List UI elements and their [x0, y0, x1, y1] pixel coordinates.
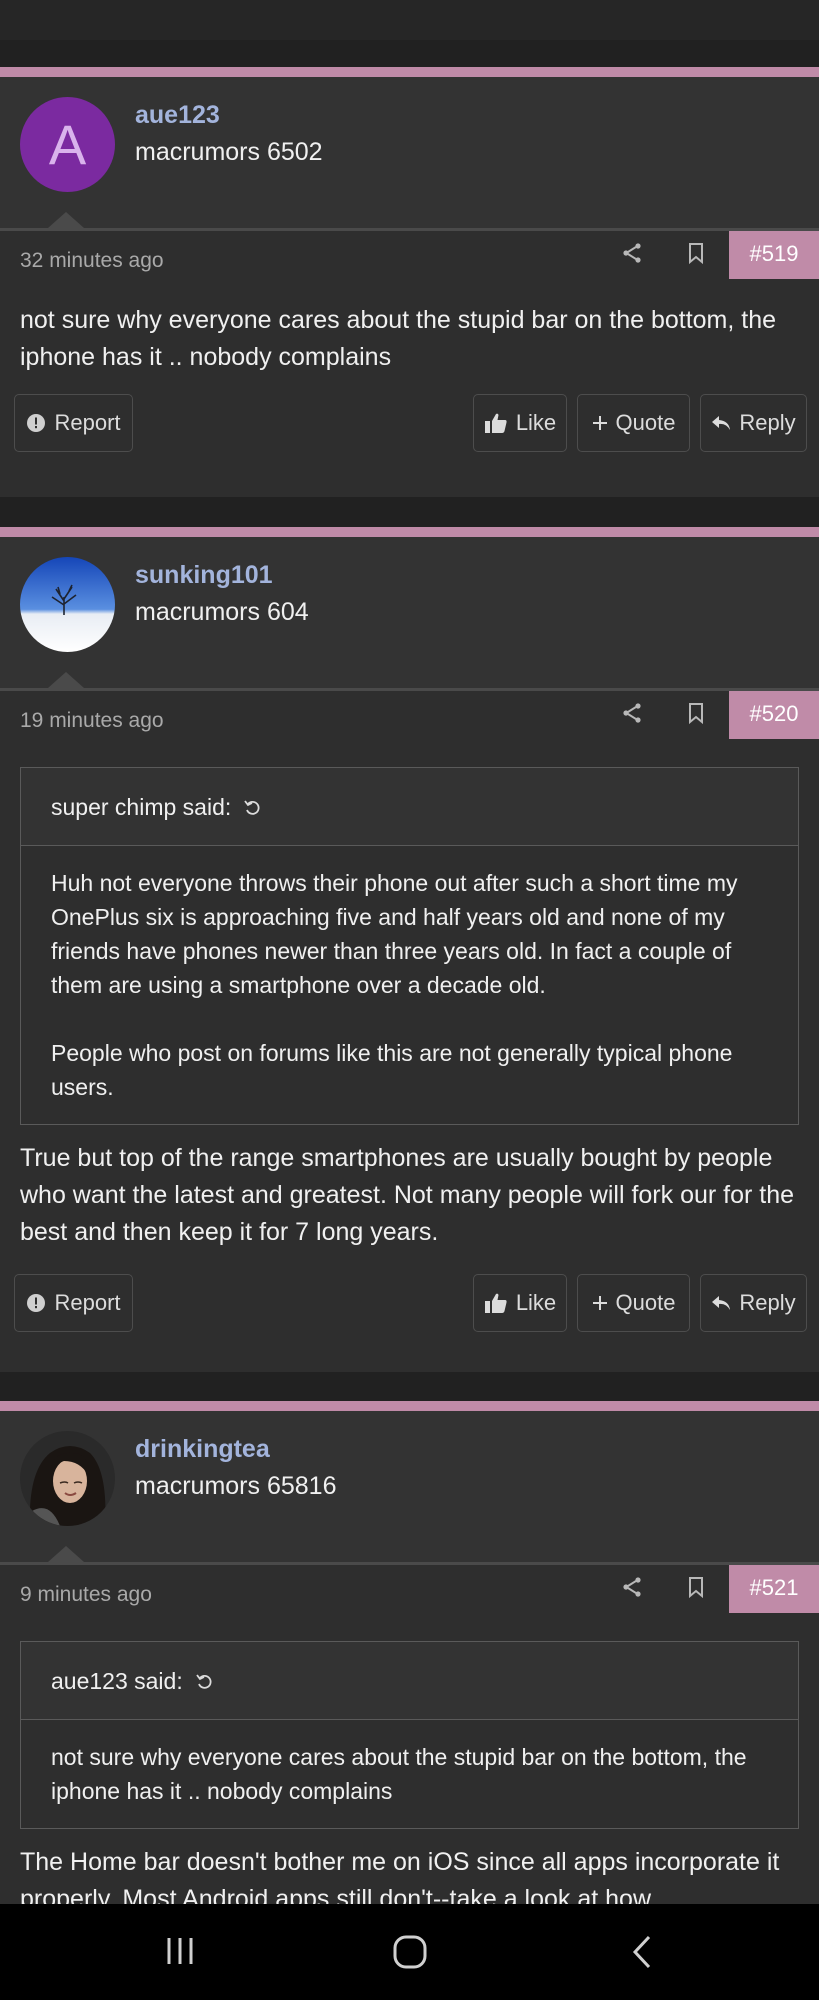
- quote-label: Quote: [615, 1290, 676, 1315]
- report-label: Report: [54, 1290, 121, 1315]
- quote-button[interactable]: Quote: [577, 394, 690, 452]
- post-number[interactable]: #521: [729, 1565, 819, 1613]
- header-pointer: [48, 1546, 84, 1562]
- quote-button[interactable]: Quote: [577, 1274, 690, 1332]
- post-time[interactable]: 9 minutes ago: [20, 1583, 152, 1607]
- quote-link-icon[interactable]: [243, 798, 261, 816]
- reply-label: Reply: [739, 1290, 796, 1315]
- report-button[interactable]: Report: [14, 1274, 133, 1332]
- bookmark-icon[interactable]: [686, 1575, 706, 1599]
- reply-button[interactable]: Reply: [700, 394, 807, 452]
- header-pointer: [48, 212, 84, 228]
- post-header: drinkingtea macrumors 65816: [0, 1411, 819, 1562]
- post-accent-bar: [0, 527, 819, 537]
- reply-button[interactable]: Reply: [700, 1274, 807, 1332]
- quote-paragraph: People who post on forums like this are …: [51, 1040, 733, 1100]
- reply-label: Reply: [739, 410, 796, 435]
- post-header: sunking101 macrumors 604: [0, 537, 819, 688]
- post-header: A aue123 macrumors 6502: [0, 77, 819, 228]
- quote-block: aue123 said: not sure why everyone cares…: [20, 1641, 799, 1829]
- post-actions: Report Like Quote Reply: [0, 394, 819, 474]
- avatar[interactable]: A: [20, 97, 115, 192]
- quote-paragraph: not sure why everyone cares about the st…: [51, 1744, 747, 1804]
- thumbs-up-icon: [484, 1293, 507, 1313]
- share-icon[interactable]: [620, 1575, 644, 1599]
- like-button[interactable]: Like: [473, 394, 567, 452]
- reply-icon: [712, 1296, 731, 1310]
- like-button[interactable]: Like: [473, 1274, 567, 1332]
- post: drinkingtea macrumors 65816 9 minutes ag…: [0, 1401, 819, 1904]
- like-label: Like: [515, 1290, 557, 1315]
- reply-icon: [712, 416, 731, 430]
- report-label: Report: [54, 410, 121, 435]
- post-accent-bar: [0, 67, 819, 77]
- quote-link-icon[interactable]: [195, 1672, 213, 1690]
- quote-block: super chimp said: Huh not everyone throw…: [20, 767, 799, 1125]
- header-pointer: [48, 672, 84, 688]
- recent-apps-icon[interactable]: [163, 1934, 197, 1968]
- username[interactable]: aue123: [135, 101, 220, 130]
- quote-header[interactable]: aue123 said:: [21, 1642, 798, 1720]
- share-icon[interactable]: [620, 241, 644, 265]
- user-title: macrumors 65816: [135, 1472, 337, 1500]
- post-actions: Report Like Quote Reply: [0, 1274, 819, 1354]
- post-time[interactable]: 32 minutes ago: [20, 249, 164, 273]
- post-text: not sure why everyone cares about the st…: [20, 306, 777, 371]
- system-navigation-bar: [0, 1904, 819, 2000]
- report-button[interactable]: Report: [14, 394, 133, 452]
- post-meta: 32 minutes ago #519: [0, 228, 819, 282]
- back-icon[interactable]: [627, 1934, 657, 1970]
- post-text: The Home bar doesn't bother me on iOS si…: [20, 1848, 780, 1904]
- post-accent-bar: [0, 1401, 819, 1411]
- post-time[interactable]: 19 minutes ago: [20, 709, 164, 733]
- top-strip: [0, 0, 819, 40]
- quote-header[interactable]: super chimp said:: [21, 768, 798, 846]
- post: sunking101 macrumors 604 19 minutes ago …: [0, 527, 819, 1372]
- alert-icon: [27, 414, 46, 432]
- share-icon[interactable]: [620, 701, 644, 725]
- quote-body: not sure why everyone cares about the st…: [21, 1720, 798, 1828]
- quote-author: aue123 said:: [51, 1667, 183, 1694]
- home-icon[interactable]: [392, 1934, 428, 1970]
- like-label: Like: [515, 410, 557, 435]
- username[interactable]: drinkingtea: [135, 1435, 270, 1464]
- user-title: macrumors 6502: [135, 138, 323, 166]
- post-text: True but top of the range smartphones ar…: [20, 1144, 795, 1246]
- quote-body: Huh not everyone throws their phone out …: [21, 846, 798, 1124]
- post: A aue123 macrumors 6502 32 minutes ago #…: [0, 67, 819, 497]
- quote-author: super chimp said:: [51, 793, 232, 820]
- avatar[interactable]: [20, 1431, 115, 1526]
- post-number[interactable]: #520: [729, 691, 819, 739]
- post-meta: 19 minutes ago #520: [0, 688, 819, 742]
- bookmark-icon[interactable]: [686, 241, 706, 265]
- alert-icon: [27, 1294, 46, 1312]
- post-meta: 9 minutes ago #521: [0, 1562, 819, 1616]
- quote-label: Quote: [615, 410, 676, 435]
- username[interactable]: sunking101: [135, 561, 273, 590]
- bookmark-icon[interactable]: [686, 701, 706, 725]
- thumbs-up-icon: [484, 413, 507, 433]
- quote-paragraph: Huh not everyone throws their phone out …: [51, 870, 738, 998]
- plus-icon: [592, 416, 607, 430]
- user-title: macrumors 604: [135, 598, 309, 626]
- post-number[interactable]: #519: [729, 231, 819, 279]
- avatar[interactable]: [20, 557, 115, 652]
- plus-icon: [592, 1296, 607, 1310]
